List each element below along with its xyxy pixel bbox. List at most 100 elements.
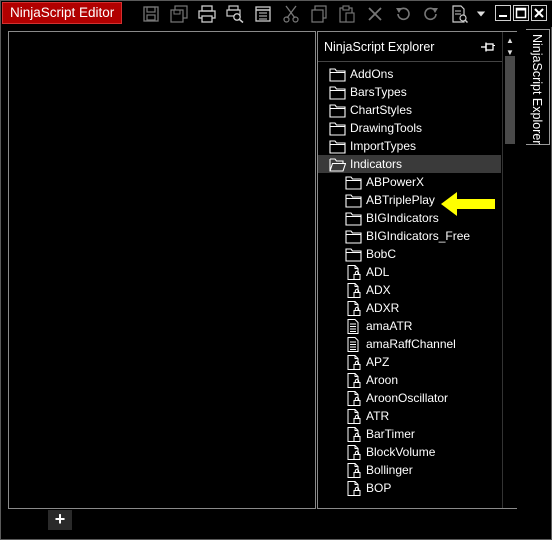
tree-item[interactable]: Indicators — [318, 155, 501, 173]
tree-item-label: BarTimer — [366, 427, 415, 441]
tree-item-label: Aroon — [366, 373, 399, 387]
locked-file-icon — [344, 390, 362, 406]
tree-item-label: APZ — [366, 355, 390, 369]
side-tab-label: NinjaScript Explorer — [530, 34, 544, 145]
folder-icon — [328, 120, 346, 136]
explorer-header: NinjaScript Explorer — [318, 32, 502, 62]
copy-icon[interactable] — [309, 4, 329, 24]
locked-file-icon — [344, 444, 362, 460]
tree-item-label: Indicators — [350, 157, 403, 171]
explorer-tree: AddOns BarsTypes ChartStyles DrawingTools Im… — [318, 65, 501, 509]
delete-icon[interactable] — [365, 4, 385, 24]
scroll-thumb[interactable] — [505, 56, 515, 144]
tree-item[interactable]: ADXR — [318, 299, 501, 317]
tree-item[interactable]: amaRaffChannel — [318, 335, 501, 353]
tree-item-label: BlockVolume — [366, 445, 436, 459]
folder-icon — [344, 192, 362, 208]
undo-icon[interactable] — [393, 4, 413, 24]
tree-item[interactable]: ATR — [318, 407, 501, 425]
tree-item[interactable]: BIGIndicators_Free — [318, 227, 501, 245]
tree-item[interactable]: ChartStyles — [318, 101, 501, 119]
tree-item[interactable]: BobC — [318, 245, 501, 263]
tree-item[interactable]: DrawingTools — [318, 119, 501, 137]
locked-file-icon — [344, 426, 362, 442]
folder-icon — [328, 66, 346, 82]
folder-icon — [328, 84, 346, 100]
tree-item-label: Bollinger — [366, 463, 413, 477]
folder-icon — [344, 210, 362, 226]
tree-item[interactable]: ADX — [318, 281, 501, 299]
tree-item[interactable]: APZ — [318, 353, 501, 371]
explorer-title: NinjaScript Explorer — [324, 40, 435, 54]
tree-item-label: ATR — [366, 409, 390, 423]
maximize-icon[interactable] — [513, 5, 529, 21]
tree-item-label: BobC — [366, 247, 397, 261]
locked-file-icon — [344, 264, 362, 280]
add-tab-button[interactable]: + — [48, 510, 72, 530]
tree-item-label: ImportTypes — [350, 139, 417, 153]
annotation-arrow-icon — [441, 192, 495, 216]
tree-item-label: BOP — [366, 481, 392, 495]
locked-file-icon — [344, 354, 362, 370]
tree-item-label: DrawingTools — [350, 121, 423, 135]
properties-icon[interactable] — [253, 4, 273, 24]
tree-item[interactable]: Aroon — [318, 371, 501, 389]
folder-icon — [328, 102, 346, 118]
tree-item-label: BIGIndicators_Free — [366, 229, 471, 243]
tree-item[interactable]: ADL — [318, 263, 501, 281]
folder-icon — [344, 246, 362, 262]
tree-item-label: amaRaffChannel — [366, 337, 456, 351]
script-file-icon — [344, 318, 362, 334]
folder-open-icon — [328, 156, 346, 172]
ninjascript-explorer-panel: NinjaScript Explorer AddOns BarsTypes Char… — [317, 31, 517, 509]
explorer-side-tab[interactable]: NinjaScript Explorer — [526, 29, 550, 145]
window-title[interactable]: NinjaScript Editor — [2, 2, 123, 24]
explorer-scrollbar[interactable]: ▲ ▼ — [502, 32, 517, 508]
tree-item-label: AroonOscillator — [366, 391, 449, 405]
tree-item-label: amaATR — [366, 319, 413, 333]
title-bar[interactable]: NinjaScript Editor — [1, 1, 552, 27]
tree-item[interactable]: AroonOscillator — [318, 389, 501, 407]
tree-item-label: AddOns — [350, 67, 394, 81]
tree-item-label: ABPowerX — [366, 175, 425, 189]
print-preview-icon[interactable] — [225, 4, 245, 24]
save-icon[interactable] — [141, 4, 161, 24]
tree-item[interactable]: ABPowerX — [318, 173, 501, 191]
minimize-icon[interactable] — [495, 5, 511, 21]
tree-item[interactable]: ImportTypes — [318, 137, 501, 155]
tree-item[interactable]: BOP — [318, 479, 501, 497]
compile-icon[interactable] — [449, 4, 469, 24]
tree-item[interactable]: amaATR — [318, 317, 501, 335]
redo-icon[interactable] — [421, 4, 441, 24]
print-icon[interactable] — [197, 4, 217, 24]
script-file-icon — [344, 336, 362, 352]
code-editor-area[interactable] — [8, 31, 316, 509]
locked-file-icon — [344, 300, 362, 316]
tree-item-label: ADL — [366, 265, 390, 279]
cut-icon[interactable] — [281, 4, 301, 24]
close-icon[interactable] — [531, 5, 547, 21]
tree-item-label: ADX — [366, 283, 391, 297]
scroll-up-icon[interactable]: ▲ — [503, 34, 517, 46]
dropdown-icon[interactable] — [474, 4, 488, 24]
locked-file-icon — [344, 408, 362, 424]
ninjascript-editor-window: NinjaScript Editor + NinjaScript Explore… — [0, 0, 552, 540]
tree-item[interactable]: Bollinger — [318, 461, 501, 479]
save-all-icon[interactable] — [169, 4, 189, 24]
locked-file-icon — [344, 372, 362, 388]
tree-item[interactable]: BarsTypes — [318, 83, 501, 101]
tree-item[interactable]: BlockVolume — [318, 443, 501, 461]
tree-item[interactable]: BarTimer — [318, 425, 501, 443]
tree-item-label: ABTriplePlay — [366, 193, 435, 207]
locked-file-icon — [344, 480, 362, 496]
tree-item-label: BIGIndicators — [366, 211, 439, 225]
tree-item-label: ChartStyles — [350, 103, 413, 117]
tree-item-label: ADXR — [366, 301, 400, 315]
tree-item[interactable]: AddOns — [318, 65, 501, 83]
pin-icon[interactable] — [480, 40, 496, 54]
folder-icon — [344, 174, 362, 190]
locked-file-icon — [344, 462, 362, 478]
tree-item-label: BarsTypes — [350, 85, 407, 99]
locked-file-icon — [344, 282, 362, 298]
paste-icon[interactable] — [337, 4, 357, 24]
